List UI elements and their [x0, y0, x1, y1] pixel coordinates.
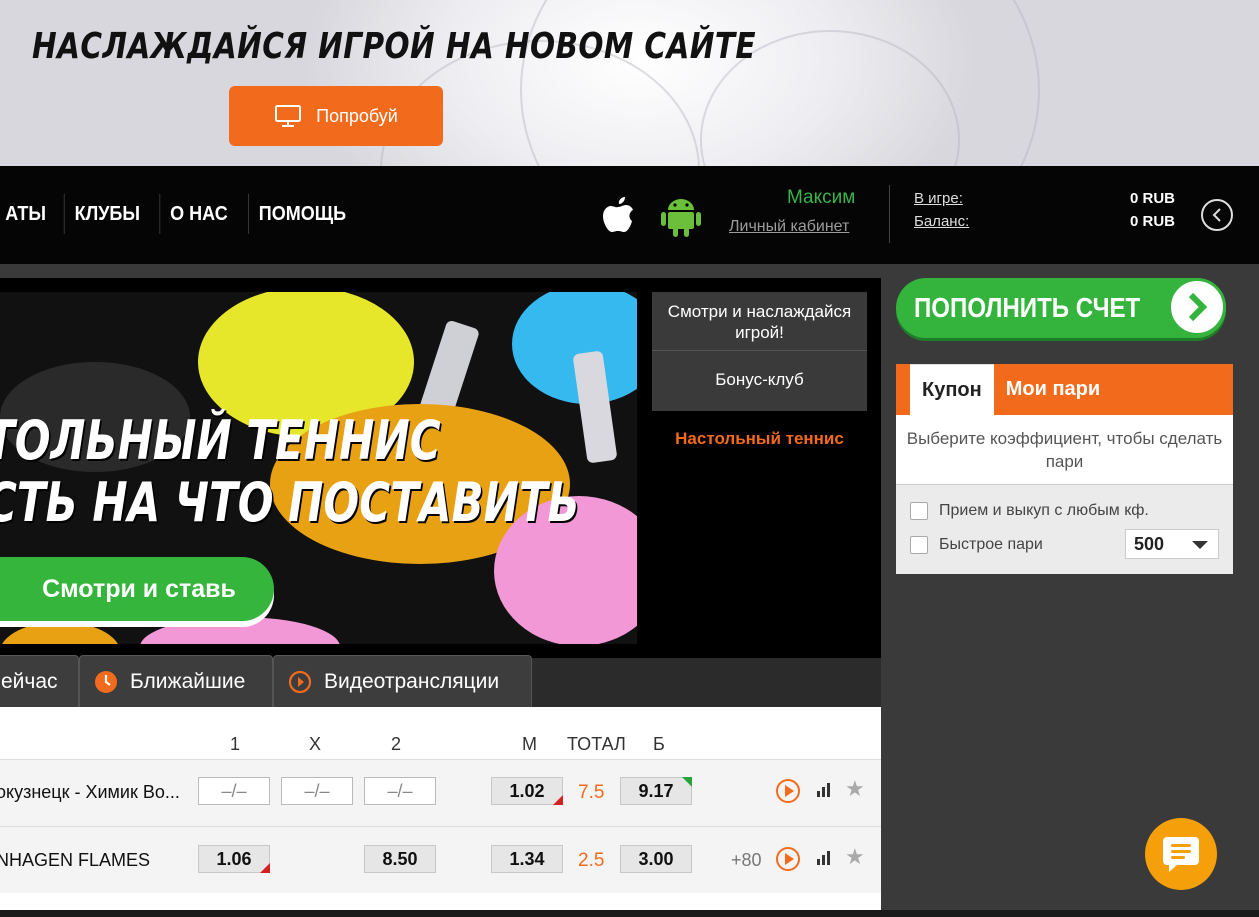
more-markets-link[interactable]: +80	[731, 850, 762, 871]
col-header-b: Б	[653, 734, 665, 754]
chevron-left-icon	[1212, 208, 1221, 222]
total-value: 7.5	[578, 782, 605, 803]
balance-label[interactable]: Баланс:	[914, 213, 969, 230]
side-menu: Смотри и наслаждайся игрой! Бонус-клуб	[652, 292, 867, 411]
tab-now[interactable]: ейчас	[0, 655, 79, 707]
side-item-bonus-club[interactable]: Бонус-клуб	[652, 351, 867, 411]
down-marker-icon	[553, 795, 563, 805]
paddle-decoration	[140, 617, 340, 644]
coupon-hint: Выберите коэффициент, чтобы сделать пари	[896, 415, 1233, 485]
menu-item-clubs[interactable]: КЛУБЫ	[64, 194, 150, 234]
hero-title: ТОЛЬНЫЙ ТЕННИС СТЬ НА ЧТО ПОСТАВИТЬ	[0, 410, 580, 534]
menu-item-results[interactable]: АТЫ	[0, 194, 56, 234]
match-name[interactable]: NHAGEN FLAMES	[0, 850, 150, 871]
odd-b[interactable]: 3.00	[620, 845, 692, 873]
coupon-panel: Купон Мои пари Выберите коэффициент, что…	[896, 364, 1233, 574]
quick-bet-amount-select[interactable]: 500	[1125, 529, 1219, 559]
coupon-options: Прием и выкуп с любым кф. Быстрое пари 5…	[896, 485, 1233, 574]
col-header-x: X	[309, 734, 322, 754]
paddle-decoration	[512, 292, 637, 404]
up-marker-icon	[682, 777, 692, 787]
match-name[interactable]: окузнецк - Химик Во...	[0, 782, 180, 803]
bottom-strip	[0, 910, 1259, 917]
chat-button[interactable]	[1145, 818, 1217, 890]
odd-2[interactable]: 8.50	[364, 845, 436, 873]
odd-m-value: 1.02	[509, 780, 545, 801]
deposit-button[interactable]: ПОПОЛНИТЬ СЧЕТ	[896, 278, 1226, 338]
tab-my-bets[interactable]: Мои пари	[994, 364, 1112, 415]
promo-banner: НАСЛАЖДАЙСЯ ИГРОЙ НА НОВОМ САЙТЕ Попробу…	[0, 0, 1259, 166]
tab-coupon[interactable]: Купон	[910, 364, 994, 415]
balance-value: 0 RUB	[1129, 213, 1175, 230]
total-value: 2.5	[578, 850, 605, 871]
main-menu: АТЫ КЛУБЫ О НАС ПОМОЩЬ	[0, 194, 362, 234]
stats-icon[interactable]	[816, 850, 832, 866]
menu-item-help[interactable]: ПОМОЩЬ	[247, 194, 356, 234]
odd-b[interactable]: 9.17	[620, 777, 692, 805]
hero-title-line1: ТОЛЬНЫЙ ТЕННИС	[0, 409, 441, 472]
odd-1[interactable]: –/–	[198, 777, 270, 805]
hero-title-line2: СТЬ НА ЧТО ПОСТАВИТЬ	[0, 471, 580, 534]
chat-icon	[1163, 837, 1199, 872]
apple-icon[interactable]	[598, 194, 638, 238]
in-game-value: 0 RUB	[1129, 190, 1175, 207]
try-button-label: Попробуй	[316, 105, 398, 126]
star-icon[interactable]: ★	[845, 776, 865, 802]
android-icon[interactable]	[660, 194, 702, 238]
accept-any-odds-checkbox[interactable]	[910, 502, 928, 520]
cabinet-link[interactable]: Личный кабинет	[729, 218, 849, 236]
menu-item-about[interactable]: О НАС	[159, 194, 237, 234]
odd-m[interactable]: 1.34	[491, 845, 563, 873]
col-header-total: ТОТАЛ	[567, 734, 626, 754]
coupon-tabs: Купон Мои пари	[896, 364, 1233, 415]
tab-video[interactable]: Видеотрансляции	[273, 655, 532, 707]
odd-m[interactable]: 1.02	[491, 777, 563, 805]
odd-1[interactable]: 1.06	[198, 845, 270, 873]
watch-and-bet-button[interactable]: Смотри и ставь	[0, 557, 274, 621]
play-icon[interactable]	[776, 847, 800, 871]
tab-now-label: ейчас	[1, 669, 58, 693]
promo-title: НАСЛАЖДАЙСЯ ИГРОЙ НА НОВОМ САЙТЕ	[32, 26, 756, 67]
odd-2[interactable]: –/–	[364, 777, 436, 805]
col-header-1: 1	[230, 734, 241, 754]
play-icon[interactable]	[776, 779, 800, 803]
deposit-button-label: ПОПОЛНИТЬ СЧЕТ	[914, 292, 1141, 323]
stats-icon[interactable]	[816, 782, 832, 798]
play-circle-icon	[288, 670, 312, 693]
odd-1-value: 1.06	[216, 848, 252, 869]
collapse-button[interactable]	[1201, 199, 1233, 231]
user-name[interactable]: Максим	[787, 187, 855, 209]
col-header-m: М	[522, 734, 537, 754]
side-item-table-tennis[interactable]: Настольный теннис	[652, 429, 867, 449]
chevron-right-icon	[1168, 278, 1226, 336]
quick-bet-label: Быстрое пари	[939, 536, 1043, 553]
accept-any-odds-label: Прием и выкуп с любым кф.	[939, 502, 1149, 519]
col-header-2: 2	[391, 734, 402, 754]
paddle-decoration	[0, 622, 120, 644]
caret-down-icon	[1192, 541, 1208, 549]
odd-b-value: 9.17	[638, 780, 674, 801]
try-button[interactable]: Попробуй	[229, 86, 443, 146]
tab-video-label: Видеотрансляции	[324, 669, 500, 693]
nav-divider	[889, 185, 890, 243]
star-icon[interactable]: ★	[845, 844, 865, 870]
quick-bet-checkbox[interactable]	[910, 536, 928, 554]
side-item-watch[interactable]: Смотри и наслаждайся игрой!	[652, 292, 867, 351]
tab-upcoming-label: Ближайшие	[130, 669, 246, 693]
down-marker-icon	[260, 863, 270, 873]
clock-icon	[95, 670, 117, 693]
in-game-label[interactable]: В игре:	[914, 190, 963, 207]
odd-x[interactable]: –/–	[281, 777, 353, 805]
monitor-icon	[275, 105, 302, 127]
tab-upcoming[interactable]: Ближайшие	[79, 655, 273, 707]
quick-bet-amount: 500	[1134, 534, 1165, 554]
